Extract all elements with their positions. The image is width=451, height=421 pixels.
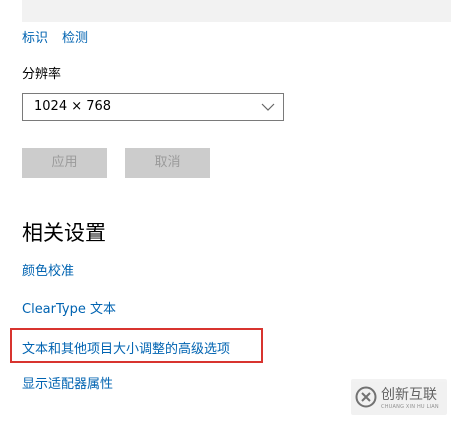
resolution-label: 分辨率 <box>22 67 62 82</box>
color-calibration-link[interactable]: 颜色校准 <box>22 264 74 280</box>
chevron-down-icon <box>261 103 275 111</box>
apply-button[interactable]: 应用 <box>22 148 107 178</box>
watermark-text: 创新互联 <box>381 387 437 403</box>
advanced-sizing-link[interactable]: 文本和其他项目大小调整的高级选项 <box>22 342 230 358</box>
display-adapter-properties-link[interactable]: 显示适配器属性 <box>22 377 113 393</box>
brand-logo-icon <box>355 386 377 408</box>
identify-link[interactable]: 标识 <box>22 31 48 47</box>
detect-link[interactable]: 检测 <box>62 31 88 47</box>
cancel-button[interactable]: 取消 <box>125 148 210 178</box>
watermark-subtext: CHUANG XIN HU LIAN <box>381 404 439 410</box>
related-settings-title: 相关设置 <box>22 221 106 245</box>
resolution-value: 1024 × 768 <box>34 99 112 114</box>
watermark-logo: 创新互联 CHUANG XIN HU LIAN <box>351 379 447 415</box>
cleartype-text-link[interactable]: ClearType 文本 <box>22 302 116 318</box>
resolution-dropdown[interactable]: 1024 × 768 <box>22 93 284 121</box>
link-row: 标识 检测 <box>22 31 88 47</box>
top-panel <box>22 0 451 22</box>
